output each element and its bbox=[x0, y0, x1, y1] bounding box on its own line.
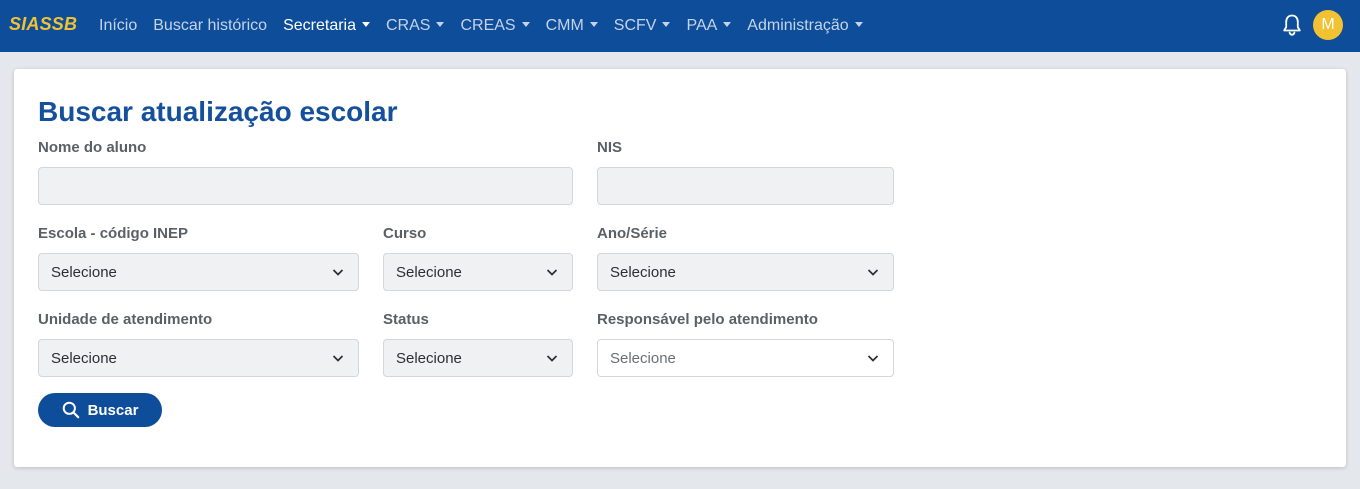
ano-serie-select-value: Selecione bbox=[610, 263, 676, 281]
nav-item-label: PAA bbox=[686, 17, 718, 34]
caret-down-icon bbox=[589, 21, 598, 27]
status-select-value: Selecione bbox=[396, 349, 462, 367]
escola-select-value: Selecione bbox=[51, 263, 117, 281]
caret-down-icon bbox=[521, 21, 530, 27]
label-unidade: Unidade de atendimento bbox=[38, 311, 213, 328]
responsavel-select-value: Selecione bbox=[610, 349, 676, 367]
chevron-down-icon bbox=[546, 269, 558, 276]
search-button-label: Buscar bbox=[87, 401, 139, 419]
avatar-initial: M bbox=[1321, 16, 1335, 33]
label-curso: Curso bbox=[383, 225, 427, 242]
caret-down-icon bbox=[723, 21, 732, 27]
nav-item-inicio[interactable]: Início bbox=[91, 0, 145, 52]
nome-aluno-input[interactable] bbox=[38, 167, 573, 205]
unidade-select-value: Selecione bbox=[51, 349, 117, 367]
nav-item-secretaria[interactable]: Secretaria bbox=[275, 0, 378, 52]
brand-logo[interactable]: SIASSB bbox=[9, 14, 77, 35]
nav-menu: Início Buscar histórico Secretaria CRAS … bbox=[91, 0, 871, 52]
chevron-down-icon bbox=[867, 269, 879, 276]
chevron-down-icon bbox=[332, 269, 344, 276]
user-avatar[interactable]: M bbox=[1313, 10, 1343, 40]
label-status: Status bbox=[383, 311, 429, 328]
nav-item-label: Administração bbox=[747, 17, 849, 34]
ano-serie-select[interactable]: Selecione bbox=[597, 253, 894, 291]
nav-item-cras[interactable]: CRAS bbox=[378, 0, 452, 52]
curso-select[interactable]: Selecione bbox=[383, 253, 573, 291]
bell-icon[interactable] bbox=[1282, 13, 1302, 37]
caret-down-icon bbox=[854, 21, 863, 27]
caret-down-icon bbox=[436, 21, 445, 27]
caret-down-icon bbox=[362, 21, 370, 27]
label-responsavel: Responsável pelo atendimento bbox=[597, 311, 818, 328]
label-escola: Escola - código INEP bbox=[38, 225, 189, 242]
top-navbar: SIASSB Início Buscar histórico Secretari… bbox=[0, 0, 1360, 52]
nav-item-cmm[interactable]: CMM bbox=[538, 0, 606, 52]
responsavel-select[interactable]: Selecione bbox=[597, 339, 894, 377]
curso-select-value: Selecione bbox=[396, 263, 462, 281]
chevron-down-icon bbox=[332, 355, 344, 362]
caret-down-icon bbox=[662, 21, 671, 27]
nav-item-label: Secretaria bbox=[283, 17, 356, 34]
nav-item-buscar-historico[interactable]: Buscar histórico bbox=[145, 0, 275, 52]
nis-input[interactable] bbox=[597, 167, 894, 205]
nav-item-scfv[interactable]: SCFV bbox=[606, 0, 679, 52]
page-title: Buscar atualização escolar bbox=[38, 96, 398, 127]
nav-item-paa[interactable]: PAA bbox=[678, 0, 739, 52]
unidade-select[interactable]: Selecione bbox=[38, 339, 359, 377]
nav-item-label: CMM bbox=[545, 17, 584, 34]
nav-item-label: Início bbox=[99, 17, 138, 34]
escola-select[interactable]: Selecione bbox=[38, 253, 359, 291]
label-ano-serie: Ano/Série bbox=[597, 225, 668, 242]
chevron-down-icon bbox=[867, 355, 879, 362]
nav-item-label: Buscar histórico bbox=[153, 17, 268, 34]
chevron-down-icon bbox=[546, 355, 558, 362]
status-select[interactable]: Selecione bbox=[383, 339, 573, 377]
search-button[interactable]: Buscar bbox=[38, 393, 162, 427]
search-icon bbox=[62, 401, 79, 419]
label-nis: NIS bbox=[597, 139, 623, 156]
nav-item-label: CREAS bbox=[460, 17, 516, 34]
nav-item-creas[interactable]: CREAS bbox=[452, 0, 537, 52]
nav-item-label: CRAS bbox=[386, 17, 431, 34]
nav-item-administracao[interactable]: Administração bbox=[739, 0, 870, 52]
label-nome-aluno: Nome do aluno bbox=[38, 139, 147, 156]
nav-item-label: SCFV bbox=[613, 17, 657, 34]
search-card: Buscar atualização escolar Nome do aluno… bbox=[14, 69, 1346, 467]
